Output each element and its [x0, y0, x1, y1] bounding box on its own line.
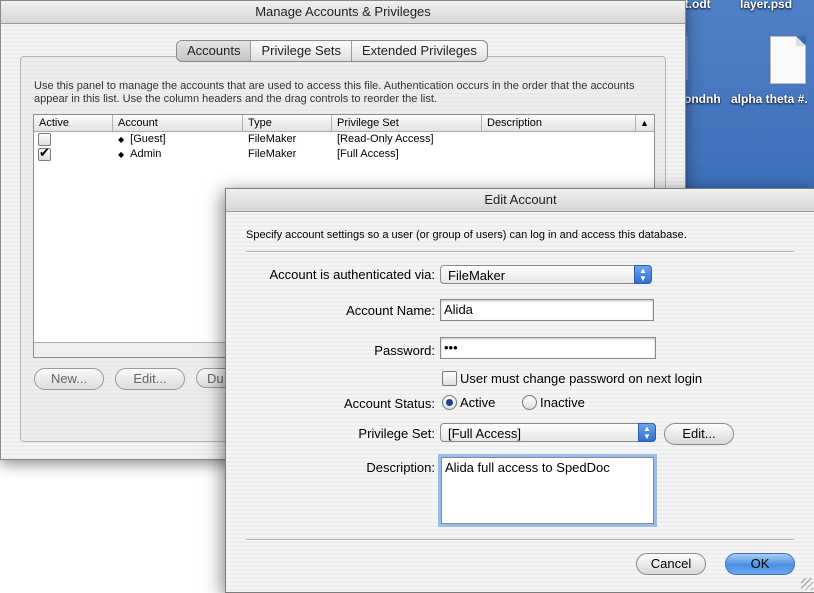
drag-handle-icon[interactable]: ◆ [118, 135, 124, 144]
window-title: Manage Accounts & Privileges [1, 1, 685, 24]
description-label: Description: [366, 460, 435, 475]
tab-privilege-sets[interactable]: Privilege Sets [251, 41, 352, 61]
column-header-active[interactable]: Active [34, 115, 113, 131]
desktop-item-label[interactable]: layer.psd [740, 0, 792, 11]
document-icon[interactable] [770, 36, 806, 84]
separator [246, 539, 794, 541]
auth-method-value: FileMaker [448, 268, 506, 283]
column-header-account[interactable]: Account [113, 115, 243, 131]
popup-arrows-icon: ▲ ▼ [634, 265, 652, 284]
tab-bar: Accounts Privilege Sets Extended Privile… [176, 40, 488, 62]
account-name: [Guest] [130, 133, 166, 145]
edit-account-dialog: Edit Account Specify account settings so… [225, 188, 814, 593]
sort-arrow-icon[interactable]: ▲ [636, 115, 654, 131]
status-inactive-label[interactable]: Inactive [540, 395, 585, 410]
must-change-password-checkbox[interactable] [442, 371, 457, 386]
account-status-label: Account Status: [343, 396, 435, 411]
desktop-item-label[interactable]: ondnh [684, 92, 721, 106]
column-header-description[interactable]: Description [482, 115, 636, 131]
edit-privilege-set-button[interactable]: Edit... [664, 423, 734, 445]
column-header-privilege-set[interactable]: Privilege Set [332, 115, 482, 131]
account-name-label: Account Name: [346, 303, 435, 318]
resize-grip-icon[interactable] [801, 578, 813, 590]
account-privilege-set: [Read-Only Access] [337, 133, 434, 145]
drag-handle-icon[interactable]: ◆ [118, 150, 124, 159]
dialog-description: Specify account settings so a user (or g… [246, 229, 687, 241]
privilege-set-label: Privilege Set: [358, 426, 435, 441]
privilege-set-popup[interactable]: [Full Access] ▲ ▼ [440, 423, 656, 442]
active-checkbox[interactable] [38, 145, 51, 161]
desktop-item-label[interactable]: alpha theta #. [731, 92, 808, 106]
status-active-label[interactable]: Active [460, 395, 495, 410]
tab-extended-privileges[interactable]: Extended Privileges [352, 41, 487, 61]
must-change-password-label[interactable]: User must change password on next login [460, 371, 702, 386]
account-name-field[interactable]: Alida [440, 299, 654, 321]
popup-arrows-icon: ▲ ▼ [638, 423, 656, 442]
account-type: FileMaker [248, 133, 297, 145]
list-header: Active Account Type Privilege Set Descri… [34, 115, 654, 132]
table-row[interactable]: ◆ Admin FileMaker [Full Access] [34, 145, 654, 162]
password-field[interactable]: ••• [440, 337, 656, 359]
cancel-button[interactable]: Cancel [636, 553, 706, 575]
account-privilege-set: [Full Access] [337, 148, 399, 160]
auth-label: Account is authenticated via: [269, 267, 436, 282]
account-name: Admin [130, 148, 162, 160]
tab-accounts[interactable]: Accounts [177, 41, 252, 61]
ok-button[interactable]: OK [725, 553, 795, 575]
privilege-set-value: [Full Access] [448, 426, 521, 441]
dialog-title: Edit Account [226, 189, 814, 212]
auth-method-popup[interactable]: FileMaker ▲ ▼ [440, 265, 652, 284]
separator [246, 251, 794, 253]
column-header-type[interactable]: Type [243, 115, 332, 131]
new-account-button[interactable]: New... [34, 368, 104, 390]
table-row[interactable]: ◆ [Guest] FileMaker [Read-Only Access] [34, 132, 654, 147]
description-textarea[interactable]: Alida full access to SpedDoc [441, 457, 654, 524]
password-label: Password: [374, 343, 435, 358]
accounts-info-text: Use this panel to manage the accounts th… [34, 80, 635, 105]
status-active-radio[interactable] [442, 395, 457, 410]
account-type: FileMaker [248, 148, 297, 160]
edit-account-button[interactable]: Edit... [115, 368, 185, 390]
status-inactive-radio[interactable] [522, 395, 537, 410]
